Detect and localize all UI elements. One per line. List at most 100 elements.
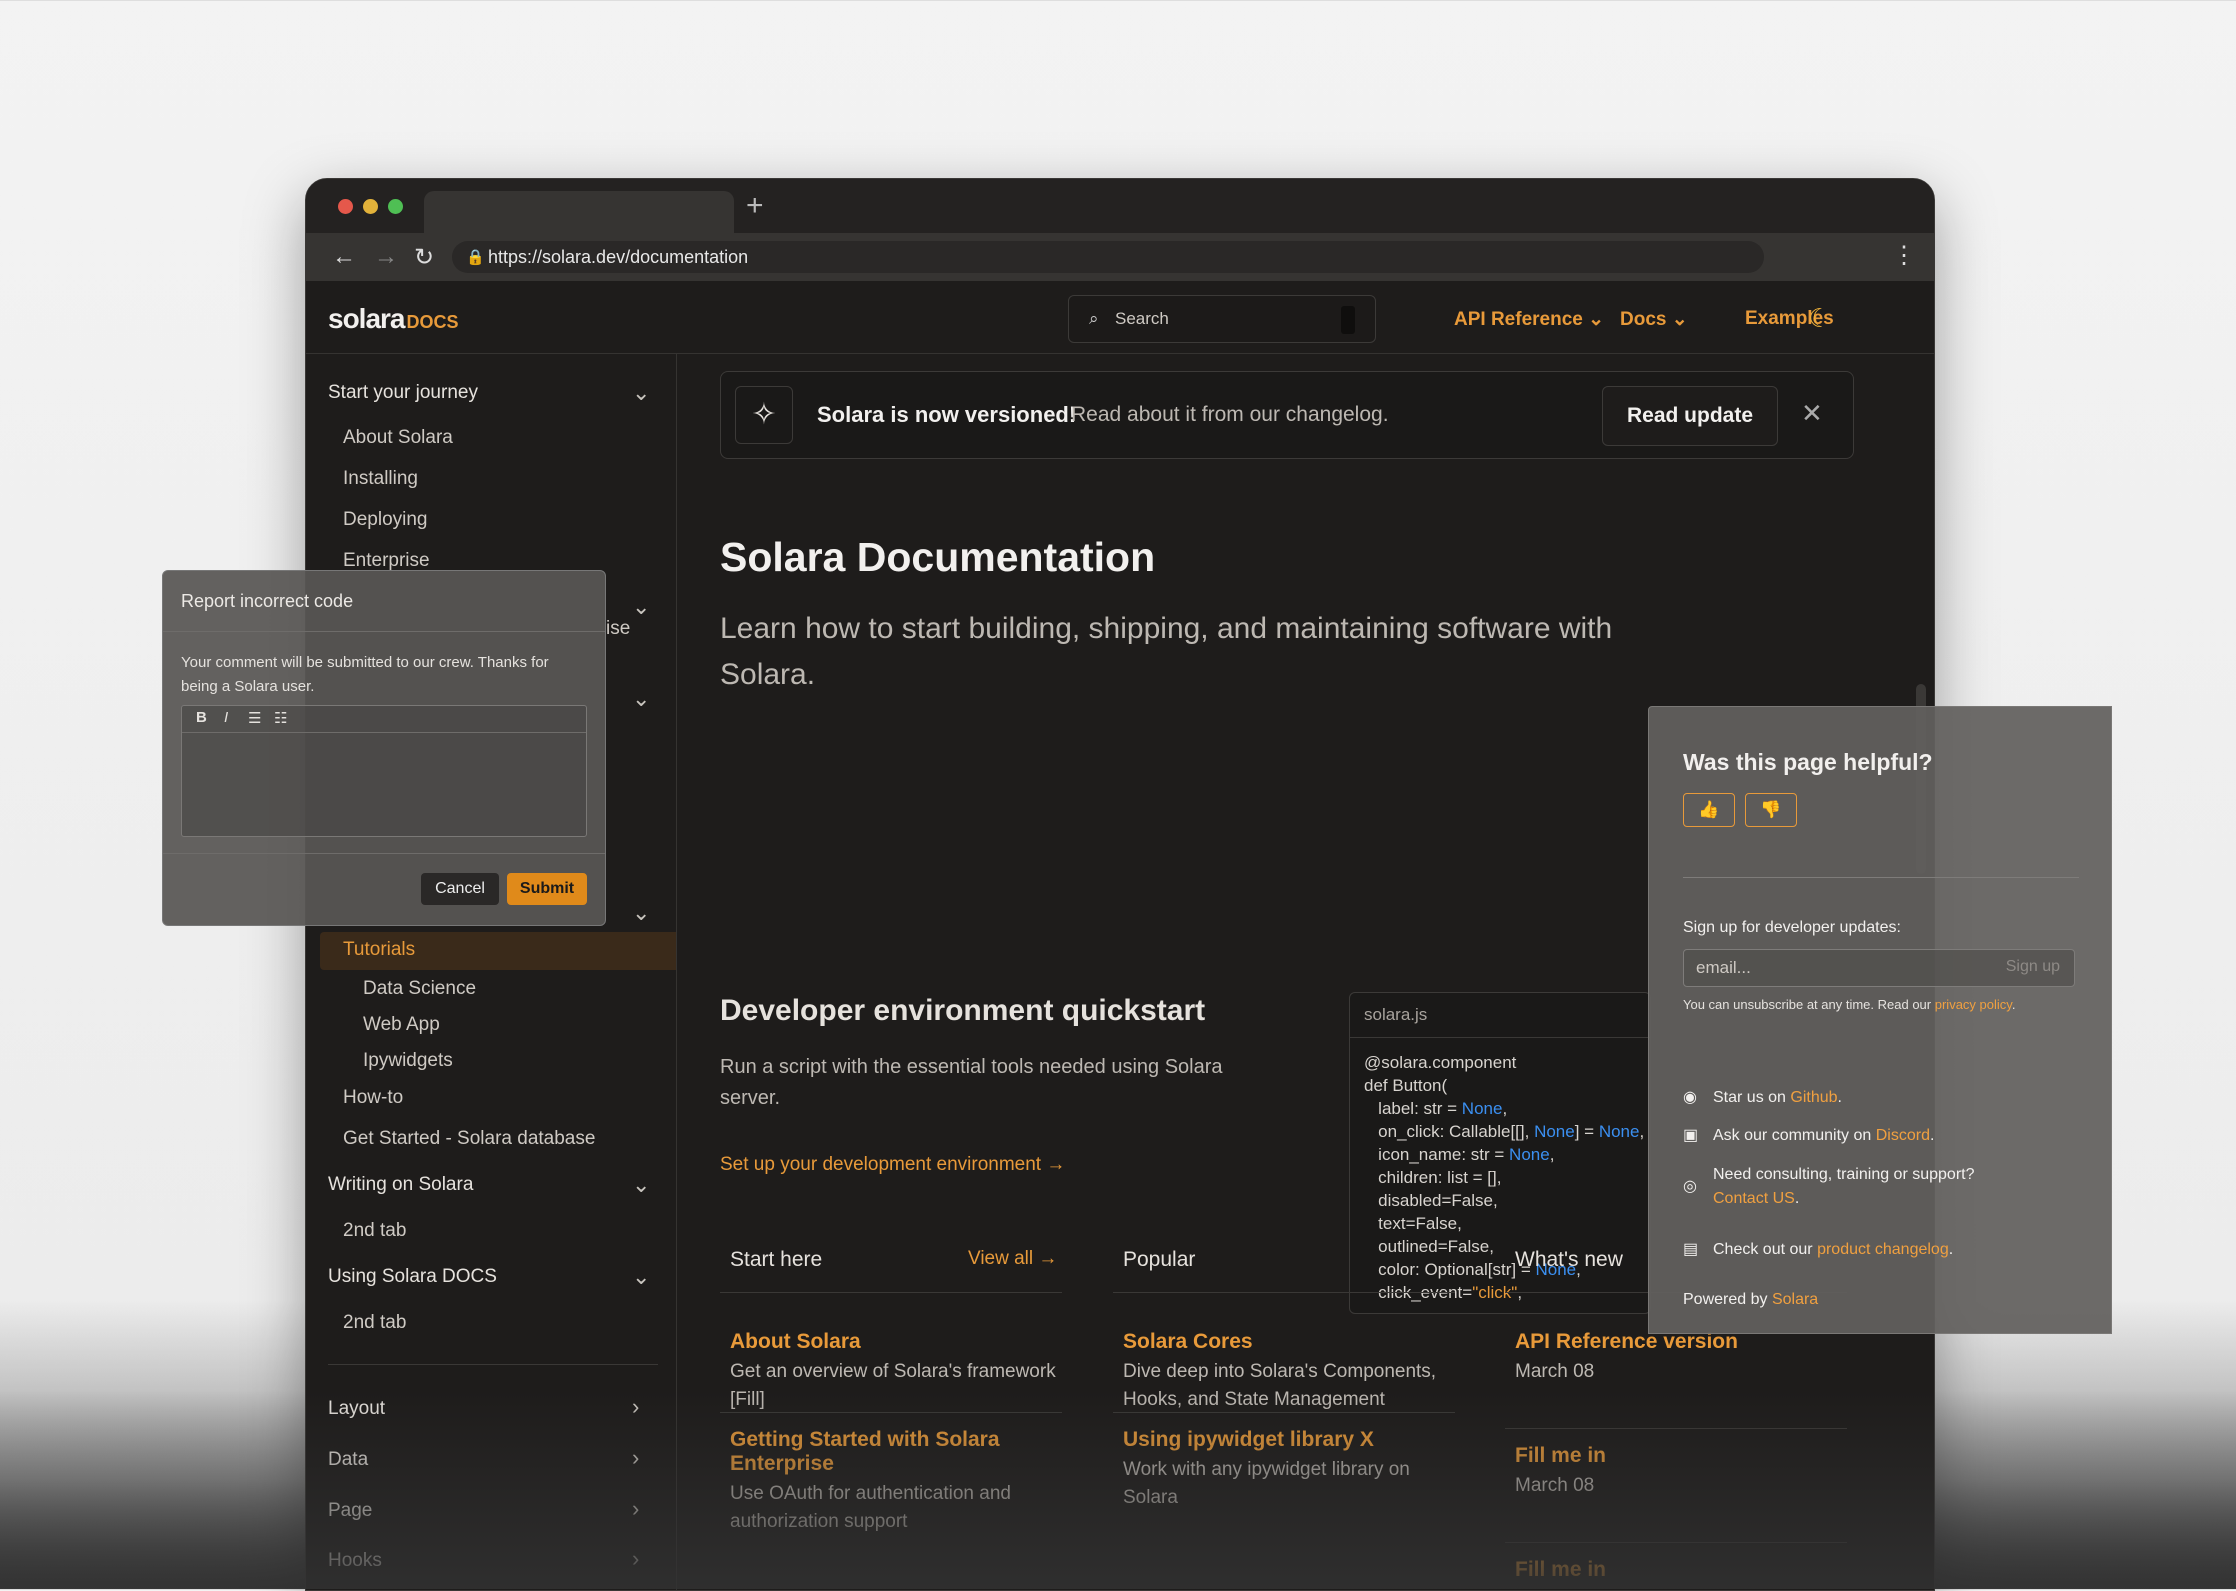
back-icon[interactable]: ←: [332, 243, 356, 271]
numbered-list-icon[interactable]: ☷: [274, 709, 287, 727]
site-header: solara DOCS ⌕ Search API Reference ⌄ Docs…: [306, 281, 1934, 354]
chevron-right-icon[interactable]: ›: [632, 1445, 639, 1471]
sidebar-item-page[interactable]: Page: [328, 1500, 372, 1522]
chevron-right-icon[interactable]: ›: [632, 1394, 639, 1420]
discord-link[interactable]: Discord: [1876, 1127, 1930, 1144]
sidebar-divider: [328, 1364, 658, 1365]
banner-title: Solara is now versioned!: [817, 402, 1077, 427]
sidebar-item[interactable]: Web App: [363, 1014, 440, 1036]
url-text: https://solara.dev/documentation: [488, 247, 749, 267]
sidebar-item[interactable]: How-to: [343, 1087, 403, 1109]
logo[interactable]: solara DOCS: [328, 303, 459, 335]
sidebar-item[interactable]: 2nd tab: [343, 1220, 406, 1242]
chevron-right-icon[interactable]: ›: [632, 1496, 639, 1522]
sidebar-item[interactable]: Data Science: [363, 978, 476, 1000]
sidebar-section-using[interactable]: Using Solara DOCS: [328, 1266, 497, 1288]
setup-env-link[interactable]: Set up your development environment →: [720, 1154, 1065, 1176]
list-item[interactable]: About Solara Get an overview of Solara's…: [730, 1330, 1060, 1414]
changelog-row: ▤ Check out our product changelog.: [1683, 1241, 1954, 1258]
page-title: Solara Documentation: [720, 534, 1156, 580]
close-window-dot[interactable]: [338, 199, 353, 214]
chevron-down-icon: ⌄: [1588, 309, 1605, 330]
sidebar-item-data[interactable]: Data: [328, 1449, 368, 1471]
sidebar-item-layout[interactable]: Layout: [328, 1398, 385, 1420]
chevron-down-icon[interactable]: ⌄: [632, 1172, 650, 1198]
new-tab-icon[interactable]: +: [746, 191, 764, 221]
reload-icon[interactable]: ↻: [414, 243, 434, 272]
url-field[interactable]: 🔒 https://solara.dev/documentation: [452, 241, 1764, 273]
sidebar-section-start[interactable]: Start your journey: [328, 382, 478, 404]
github-link[interactable]: Github: [1790, 1089, 1837, 1106]
consult-row: ◎Need consulting, training or support? Co…: [1683, 1166, 1975, 1207]
column-heading: Popular: [1123, 1248, 1196, 1271]
menu-kebab-icon[interactable]: ⋮: [1892, 241, 1916, 270]
sidebar: Start your journey ⌄ About Solara Instal…: [306, 354, 677, 1590]
chevron-down-icon[interactable]: ⌄: [632, 1264, 650, 1290]
view-all-link[interactable]: View all →: [968, 1248, 1057, 1270]
report-incorrect-code-dialog: Report incorrect code Your comment will …: [162, 570, 606, 926]
maximize-window-dot[interactable]: [388, 199, 403, 214]
submit-button[interactable]: Submit: [507, 873, 587, 905]
github-row: ◉ Star us on Github.: [1683, 1089, 1842, 1106]
dialog-message: Your comment will be submitted to our cr…: [181, 654, 549, 695]
list-item[interactable]: Fill me in: [1505, 1542, 1847, 1582]
nav-api-reference[interactable]: API Reference ⌄: [1454, 308, 1604, 331]
list-item[interactable]: Getting Started with Solara Enterprise U…: [720, 1412, 1062, 1536]
cancel-button[interactable]: Cancel: [421, 873, 499, 905]
browser-tab[interactable]: [424, 191, 734, 233]
search-input[interactable]: ⌕ Search: [1068, 295, 1376, 343]
email-field[interactable]: email... Sign up: [1683, 949, 2075, 987]
changelog-link[interactable]: product changelog: [1817, 1241, 1949, 1258]
dialog-title: Report incorrect code: [181, 591, 354, 611]
thumbs-down-icon[interactable]: 👎: [1745, 793, 1797, 827]
read-update-button[interactable]: Read update: [1602, 386, 1778, 446]
sidebar-item-tutorials[interactable]: Tutorials: [343, 939, 415, 961]
bullet-list-icon[interactable]: ☰: [248, 709, 261, 727]
feedback-title: Was this page helpful?: [1683, 749, 1933, 775]
search-icon: ⌕: [1089, 309, 1099, 328]
chevron-down-icon[interactable]: ⌄: [632, 900, 650, 926]
forward-icon[interactable]: →: [374, 243, 398, 271]
feedback-panel: Was this page helpful? 👍 👎 Sign up for d…: [1648, 706, 2112, 1334]
comment-editor[interactable]: B I ☰ ☷: [181, 705, 587, 837]
privacy-link[interactable]: privacy policy: [1935, 997, 2012, 1012]
list-item[interactable]: Solara Cores Dive deep into Solara's Com…: [1123, 1330, 1453, 1414]
sidebar-item[interactable]: Deploying: [343, 509, 428, 531]
announcement-banner: ✧ Solara is now versioned! Read about it…: [720, 371, 1854, 459]
quickstart-title: Developer environment quickstart: [720, 994, 1206, 1027]
chevron-down-icon[interactable]: ⌄: [632, 380, 650, 406]
tab-bar: +: [306, 179, 1934, 233]
sidebar-item-hooks[interactable]: Hooks: [328, 1550, 382, 1572]
sparkle-icon: ✧: [735, 386, 793, 444]
sidebar-item[interactable]: Enterprise: [343, 550, 430, 572]
sidebar-item[interactable]: 2nd tab: [343, 1312, 406, 1334]
discord-icon: ▣: [1683, 1127, 1699, 1144]
sidebar-item[interactable]: About Solara: [343, 427, 453, 449]
chevron-down-icon[interactable]: ⌄: [632, 686, 650, 712]
contact-link[interactable]: Contact US: [1713, 1190, 1795, 1207]
signup-button[interactable]: Sign up: [2006, 958, 2060, 976]
list-item[interactable]: API Reference version March 08: [1515, 1330, 1845, 1386]
discord-row: ▣ Ask our community on Discord.: [1683, 1127, 1935, 1144]
search-placeholder: Search: [1115, 309, 1169, 328]
sidebar-item[interactable]: Installing: [343, 468, 418, 490]
bold-icon[interactable]: B: [196, 709, 207, 726]
code-filename: solara.js: [1364, 1005, 1428, 1024]
nav-docs[interactable]: Docs ⌄: [1620, 308, 1688, 331]
moon-icon[interactable]: ☾: [1808, 303, 1831, 334]
thumbs-up-icon[interactable]: 👍: [1683, 793, 1735, 827]
chevron-down-icon[interactable]: ⌄: [632, 594, 650, 620]
sidebar-item[interactable]: Ipywidgets: [363, 1050, 453, 1072]
sidebar-section-writing[interactable]: Writing on Solara: [328, 1174, 473, 1196]
banner-text: Read about it from our changelog.: [1071, 403, 1389, 426]
sidebar-item[interactable]: Get Started - Solara database: [343, 1128, 595, 1150]
column-heading: What's new: [1515, 1248, 1623, 1271]
solara-link[interactable]: Solara: [1772, 1291, 1818, 1308]
minimize-window-dot[interactable]: [363, 199, 378, 214]
close-icon[interactable]: ✕: [1801, 398, 1823, 429]
italic-icon[interactable]: I: [224, 709, 228, 726]
list-item[interactable]: Using ipywidget library X Work with any …: [1113, 1412, 1455, 1512]
document-icon: ▤: [1683, 1241, 1699, 1258]
list-item[interactable]: Fill me in March 08: [1505, 1428, 1847, 1500]
chevron-right-icon[interactable]: ›: [632, 1546, 639, 1572]
